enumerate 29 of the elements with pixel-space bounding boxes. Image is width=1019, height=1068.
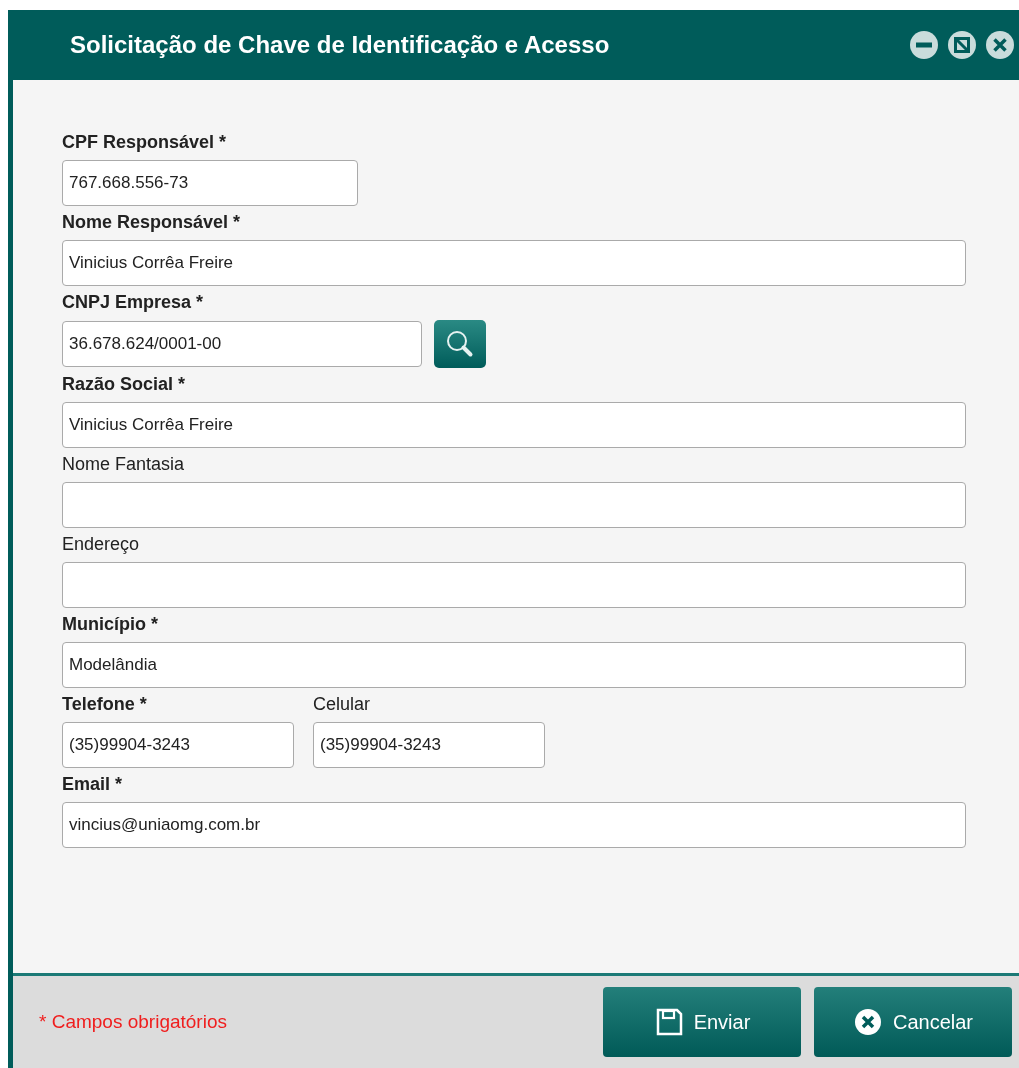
field-label: Email * [62, 773, 124, 796]
field-label: Telefone * [62, 693, 148, 716]
field-label: CNPJ Empresa * [62, 291, 205, 314]
field-label: Endereço [62, 533, 141, 556]
input-field[interactable]: (35)99904-3243 [62, 722, 294, 768]
close-icon [852, 1007, 883, 1037]
input-field[interactable] [62, 562, 966, 608]
cancel-button[interactable]: Cancelar [814, 987, 1012, 1057]
required-fields-note: * Campos obrigatórios [39, 1011, 228, 1033]
field-label: Razão Social * [62, 373, 187, 396]
input-field[interactable]: 36.678.624/0001-00 [62, 321, 422, 367]
input-field[interactable]: (35)99904-3243 [313, 722, 545, 768]
input-field[interactable]: Vinicius Corrêa Freire [62, 402, 966, 448]
search-button[interactable] [434, 320, 486, 368]
field-label: Nome Responsável * [62, 211, 242, 234]
input-field[interactable]: 767.668.556-73 [62, 160, 358, 206]
input-field[interactable]: Modelândia [62, 642, 966, 688]
window-title: Solicitação de Chave de Identificação e Acesso [70, 31, 611, 59]
input-field[interactable]: vincius@uniaomg.com.br [62, 802, 966, 848]
input-field[interactable]: Vinicius Corrêa Freire [62, 240, 966, 286]
input-field[interactable] [62, 482, 966, 528]
field-label: Município * [62, 613, 159, 636]
field-label: CPF Responsável * [62, 131, 228, 154]
send-button[interactable]: Enviar [603, 987, 801, 1057]
field-label: Celular [313, 693, 372, 716]
close-icon[interactable] [985, 30, 1015, 60]
restore-icon[interactable] [947, 30, 977, 60]
minimize-icon[interactable] [909, 30, 939, 60]
field-label: Nome Fantasia [62, 453, 186, 476]
